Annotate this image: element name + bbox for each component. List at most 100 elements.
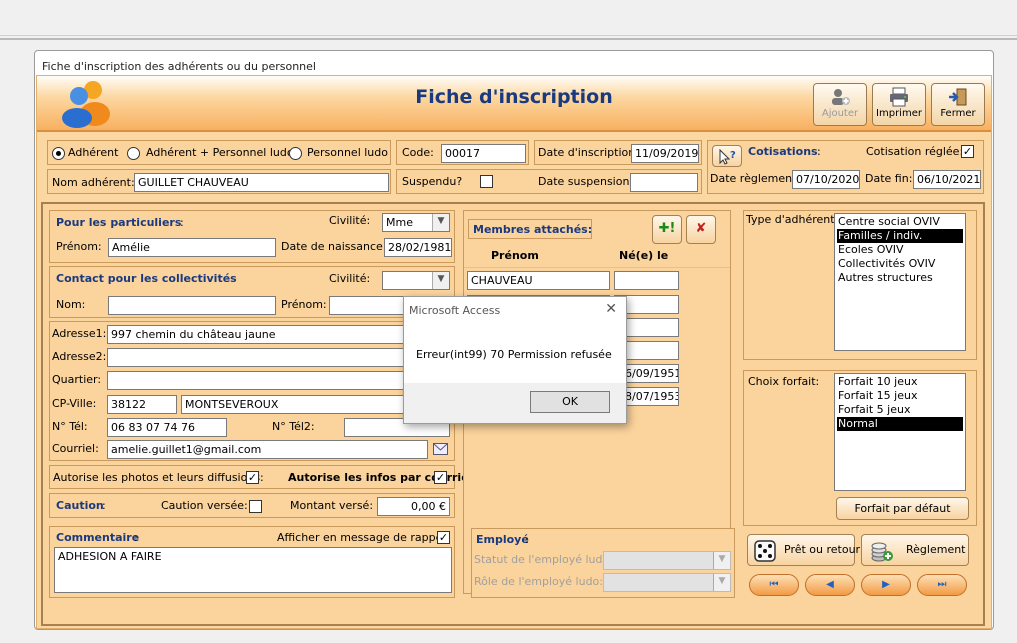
package-option[interactable]: Forfait 15 jeux	[837, 389, 963, 403]
add-member-button[interactable]: ✚!	[652, 215, 682, 244]
members-col-firstname: Prénom	[491, 249, 539, 262]
package-option[interactable]: Forfait 5 jeux	[837, 403, 963, 417]
individuals-section: Pour les particuliers : Civilité: Mme ▼ …	[49, 210, 455, 263]
last-record-icon: ⏭	[937, 579, 947, 590]
payment-date-label: Date règlement:	[710, 172, 801, 185]
member-name-row: Nom adhérent: GUILLET CHAUVEAU	[47, 169, 391, 194]
add-button-label: Ajouter	[821, 108, 859, 119]
loan-return-button[interactable]: Prêt ou retour	[747, 534, 860, 566]
zip-code-input[interactable]: 38122	[107, 395, 177, 414]
deposit-section: Caution : Caution versée: Montant versé:…	[49, 493, 455, 518]
deposit-amount-input[interactable]: 0,00 €	[377, 497, 450, 516]
deposit-paid-checkbox[interactable]	[249, 500, 262, 513]
address2-input[interactable]	[107, 348, 450, 367]
zip-city-label: CP-Ville:	[52, 397, 97, 410]
next-record-icon: ▶	[882, 579, 890, 590]
individual-firstname-label: Prénom:	[56, 240, 102, 253]
ok-button[interactable]: OK	[530, 391, 610, 413]
delete-cross-icon: ✘	[695, 221, 707, 236]
member-name-label: Nom adhérent:	[52, 176, 135, 189]
collectivity-name-input[interactable]	[108, 296, 276, 315]
employee-section: Employé : Statut de l'employé ludo: ▼ Rô…	[471, 528, 735, 598]
print-button[interactable]: Imprimer	[872, 83, 926, 126]
add-button[interactable]: Ajouter	[813, 83, 867, 126]
radio-adherent-label: Adhérent	[68, 146, 119, 159]
collectivity-civility-label: Civilité:	[329, 272, 371, 285]
comment-textarea[interactable]: ADHESION A FAIRE	[54, 547, 452, 593]
member-name-input[interactable]: GUILLET CHAUVEAU	[134, 173, 389, 192]
member-type-option[interactable]: Autres structures	[837, 271, 963, 285]
suspension-group: Suspendu? Date suspension:	[396, 169, 702, 194]
members-title-box: Membres attachés:	[468, 219, 592, 239]
last-record-button[interactable]: ⏭	[917, 574, 967, 596]
individual-civility-label: Civilité:	[329, 214, 371, 227]
registration-date-input[interactable]: 11/09/2019	[631, 144, 699, 163]
member-type-list[interactable]: Centre social OVIV Familles / indiv. Eco…	[834, 213, 966, 351]
delete-member-button[interactable]: ✘	[686, 215, 716, 244]
member-type-option[interactable]: Ecoles OVIV	[837, 243, 963, 257]
individual-firstname-input[interactable]: Amélie	[108, 238, 276, 257]
previous-record-icon: ◀	[826, 579, 834, 590]
end-date-label: Date fin:	[865, 172, 913, 185]
mail-icon[interactable]	[433, 443, 448, 455]
exit-door-icon	[949, 88, 967, 106]
member-row-1-birthdate[interactable]	[614, 271, 679, 290]
photos-consent-checkbox[interactable]: ✓	[246, 471, 259, 484]
phone2-label: N° Tél2:	[272, 420, 315, 433]
first-record-icon: ⏮	[769, 579, 779, 590]
chevron-down-icon: ▼	[432, 214, 449, 231]
collectivities-section: Contact pour les collectivités Civilité:…	[49, 266, 455, 318]
dialog-footer: OK	[404, 383, 626, 423]
dues-help-button[interactable]: ?	[712, 145, 742, 167]
close-button[interactable]: Fermer	[931, 83, 985, 126]
plus-icon: ✚!	[658, 221, 676, 236]
address1-input[interactable]: 997 chemin du château jaune	[107, 325, 450, 344]
package-option-selected[interactable]: Normal	[837, 417, 963, 431]
payment-date-input[interactable]: 07/10/2020	[792, 170, 860, 189]
dialog-message: Erreur(int99) 70 Permission refusée	[416, 348, 612, 361]
form-header: Fiche d'inscription Ajouter Imprimer Fer…	[37, 76, 991, 132]
member-row-1-firstname[interactable]: CHAUVEAU	[467, 271, 610, 290]
end-date-input[interactable]: 06/10/2021	[913, 170, 981, 189]
radio-adherent[interactable]	[52, 147, 65, 160]
add-user-icon	[832, 89, 850, 105]
radio-personnel[interactable]	[289, 147, 302, 160]
address2-label: Adresse2:	[52, 350, 107, 363]
app-top-divider	[0, 38, 1017, 40]
email-input[interactable]: amelie.guillet1@gmail.com	[107, 440, 428, 459]
suspension-date-input[interactable]	[630, 173, 698, 192]
member-type-option-selected[interactable]: Familles / indiv.	[837, 229, 963, 243]
member-type-option[interactable]: Collectivités OVIV	[837, 257, 963, 271]
employee-status-select[interactable]: ▼	[603, 551, 731, 570]
printer-icon	[890, 87, 908, 107]
code-input[interactable]: 00017	[441, 144, 526, 163]
radio-personnel-label: Personnel ludo	[307, 146, 388, 159]
radio-adherent-personnel-label: Adhérent + Personnel ludo	[146, 146, 294, 159]
reminder-checkbox[interactable]: ✓	[437, 531, 450, 544]
district-input[interactable]	[107, 371, 450, 390]
employee-role-select[interactable]: ▼	[603, 573, 731, 592]
phone-input[interactable]: 06 83 07 74 76	[107, 418, 227, 437]
member-type-option[interactable]: Centre social OVIV	[837, 215, 963, 229]
suspended-checkbox[interactable]	[480, 175, 493, 188]
print-button-label: Imprimer	[876, 108, 922, 119]
default-package-button[interactable]: Forfait par défaut	[836, 497, 969, 520]
birthdate-input[interactable]: 28/02/1981	[384, 238, 452, 257]
package-list[interactable]: Forfait 10 jeux Forfait 15 jeux Forfait …	[834, 373, 966, 491]
payment-button[interactable]: Règlement	[861, 534, 969, 566]
deposit-title: Caution	[56, 499, 104, 512]
radio-adherent-personnel[interactable]	[127, 147, 140, 160]
email-consent-checkbox[interactable]: ✓	[434, 471, 447, 484]
next-record-button[interactable]: ▶	[861, 574, 911, 596]
collectivity-civility-select[interactable]: ▼	[382, 271, 450, 290]
first-record-button[interactable]: ⏮	[749, 574, 799, 596]
chevron-down-icon: ▼	[713, 552, 730, 569]
package-option[interactable]: Forfait 10 jeux	[837, 375, 963, 389]
dialog-title: Microsoft Access	[409, 304, 501, 317]
dues-paid-checkbox[interactable]: ✓	[961, 145, 974, 158]
individual-civility-select[interactable]: Mme ▼	[382, 213, 450, 232]
member-type-section: Type d'adhérent: Centre social OVIV Fami…	[743, 210, 977, 360]
close-icon[interactable]: ✕	[605, 301, 617, 317]
previous-record-button[interactable]: ◀	[805, 574, 855, 596]
phone-label: N° Tél:	[52, 420, 88, 433]
